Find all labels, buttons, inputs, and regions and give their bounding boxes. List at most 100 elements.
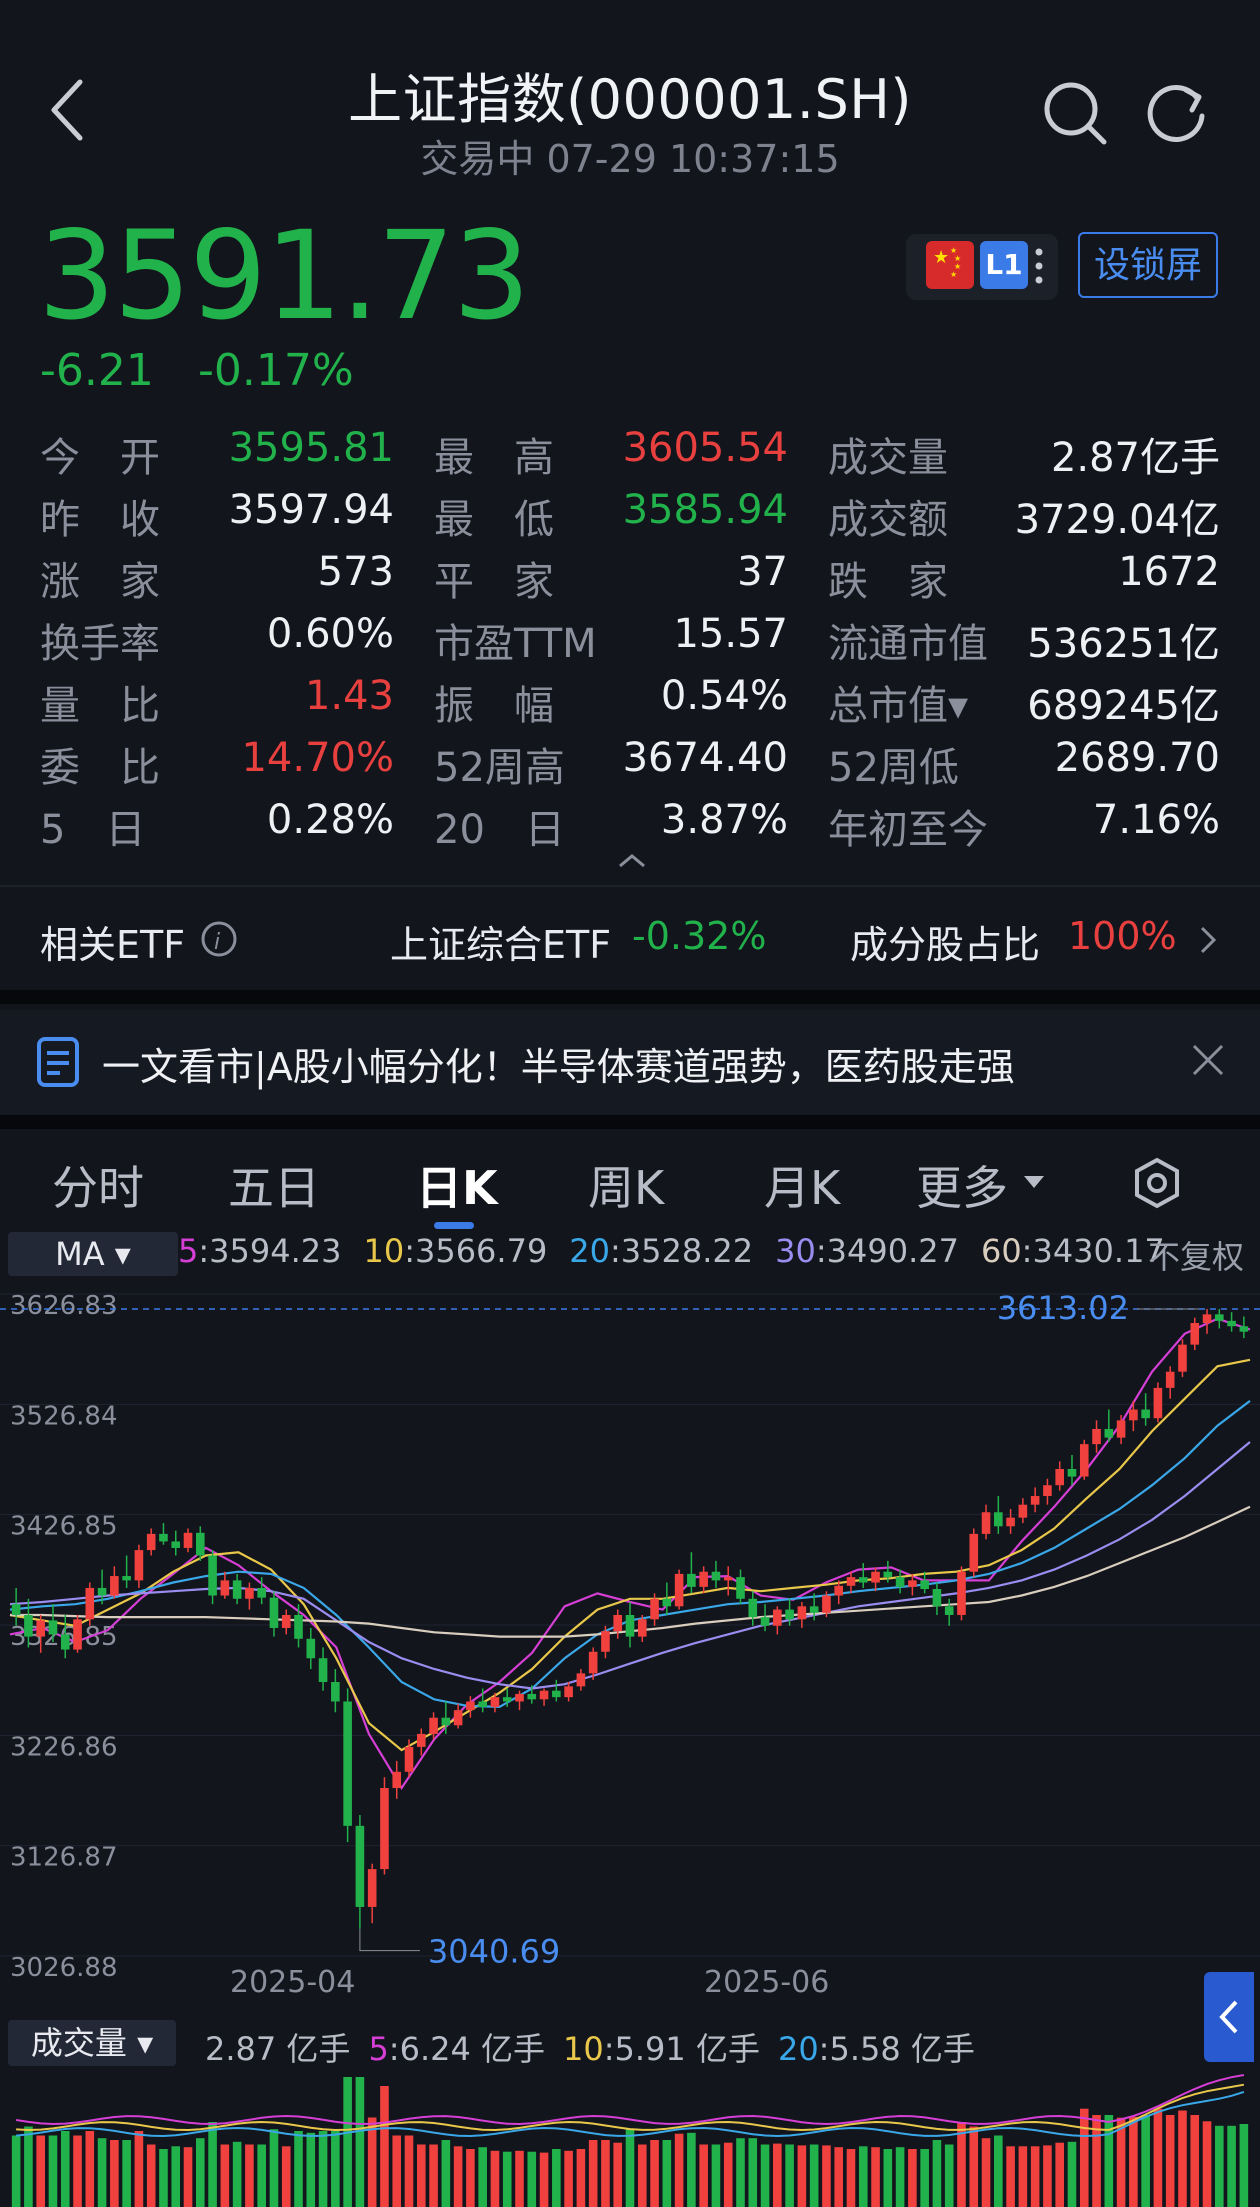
volume-bar (736, 2138, 745, 2207)
stat-label: 年初至今 (828, 807, 988, 853)
volume-bar (846, 2149, 856, 2207)
active-tab-indicator (434, 1222, 474, 1229)
tab-daily-k[interactable]: 日K (416, 1152, 498, 1218)
volume-bar (944, 2144, 954, 2207)
ma-legend-item: 30:3490.27 (775, 1232, 959, 1270)
stat-value: 3674.40 (622, 735, 788, 781)
news-banner[interactable]: 一文看市|A股小幅分化！半导体赛道强势，医药股走强 (0, 1010, 1260, 1115)
candle-body (134, 1550, 144, 1581)
candle-body (1067, 1468, 1077, 1477)
collapse-button[interactable] (612, 848, 652, 872)
volume-legend-item: 5:6.24 亿手 (368, 2030, 545, 2068)
candle-body (1055, 1468, 1064, 1486)
volume-bar (416, 2144, 426, 2207)
candle-body (1104, 1428, 1114, 1438)
ma-legend: 5:3594.23 10:3566.79 20:3528.22 30:3490.27 6… (178, 1232, 1187, 1276)
volume-bar (281, 2146, 291, 2207)
candlestick-chart[interactable]: 3626.833526.843426.853326.853226.863126.… (0, 1276, 1260, 1996)
volume-bar (146, 2144, 156, 2207)
etf-name[interactable]: 上证综合ETF (390, 914, 611, 969)
volume-bar (48, 2135, 58, 2207)
volume-indicator-button[interactable]: 成交量 ▾ (8, 2020, 176, 2066)
stat-label: 委 比 (40, 745, 160, 791)
tab-weekly-k[interactable]: 周K (588, 1152, 664, 1218)
candle-body (146, 1533, 156, 1551)
volume-bar (245, 2144, 254, 2207)
candle-body (895, 1577, 905, 1587)
volume-bar (1202, 2121, 1212, 2207)
volume-bar (1018, 2146, 1028, 2207)
volume-bar (539, 2152, 549, 2207)
candle-body (1079, 1444, 1089, 1477)
volume-bar (981, 2138, 991, 2207)
candle-body (809, 1606, 819, 1613)
stat-label: 5 日 (40, 807, 146, 853)
volume-bar (502, 2151, 512, 2207)
volume-legend-item: 10:5.91 亿手 (563, 2030, 760, 2068)
ma-value: :3566.79 (404, 1232, 548, 1270)
candle-body (159, 1533, 168, 1542)
volume-bar (122, 2140, 131, 2207)
stat-label: 昨 收 (40, 497, 160, 543)
chevron-right-icon[interactable] (1196, 922, 1220, 962)
candle-body (355, 1825, 365, 1907)
volume-bar (1227, 2125, 1236, 2207)
candle-body (1018, 1504, 1028, 1518)
stat-label: 成交额 (828, 497, 948, 543)
candle-body (552, 1690, 561, 1698)
volume-bar (183, 2147, 193, 2207)
volume-bar (196, 2138, 205, 2207)
tab-five-day[interactable]: 五日 (228, 1152, 320, 1218)
volume-bar (1079, 2108, 1089, 2207)
candle-body (1129, 1409, 1138, 1421)
volume-bar (527, 2151, 537, 2207)
section-divider (0, 990, 1260, 1004)
volume-bar (269, 2129, 279, 2207)
volume-bar (1055, 2142, 1064, 2207)
stat-value: 15.57 (673, 611, 788, 657)
candle-body (650, 1598, 659, 1620)
tab-more[interactable]: 更多 (916, 1152, 1008, 1218)
volume-bar (858, 2146, 868, 2207)
search-button[interactable] (1040, 78, 1110, 148)
volume-bar (1067, 2141, 1077, 2207)
ma-period: 5 (178, 1232, 199, 1270)
volume-ma-period: 5 (368, 2030, 389, 2068)
candle-body (527, 1693, 537, 1700)
volume-bar (871, 2147, 880, 2207)
y-tick-label: 3626.83 (10, 1291, 118, 1321)
ma-indicator-button[interactable]: MA ▾ (8, 1232, 178, 1276)
volume-bar (355, 2077, 365, 2207)
volume-bar (957, 2122, 966, 2207)
refresh-button[interactable] (1142, 78, 1212, 148)
side-panel-button[interactable] (1204, 1972, 1254, 2062)
ma-legend-item: 5:3594.23 (178, 1232, 341, 1270)
lock-screen-button[interactable]: 设锁屏 (1078, 232, 1218, 298)
status-bar (0, 0, 1260, 10)
stat-value: 1.43 (304, 673, 394, 719)
volume-bar (674, 2133, 684, 2207)
stat-value: 3585.94 (622, 487, 788, 533)
stat-value: 2689.70 (1054, 735, 1220, 781)
caret-down-icon (1022, 1174, 1046, 1194)
candle-body (858, 1577, 868, 1583)
volume-bar (73, 2135, 82, 2207)
info-icon[interactable]: i (200, 920, 238, 962)
y-tick-label: 3026.88 (10, 1953, 118, 1983)
volume-bar (748, 2138, 758, 2207)
candle-body (1153, 1387, 1163, 1419)
tab-monthly-k[interactable]: 月K (764, 1152, 840, 1218)
stat-label[interactable]: 总市值▾ (828, 673, 968, 731)
min-label-leader (359, 1928, 420, 1952)
candle-body (183, 1532, 193, 1548)
stat-label: 52周高 (434, 745, 565, 791)
svg-text:★: ★ (933, 247, 949, 268)
close-icon[interactable] (1190, 1042, 1226, 1082)
etf-change: -0.32% (632, 914, 767, 958)
volume-bar (552, 2149, 561, 2207)
current-price: 3591.73 (38, 205, 531, 347)
stat-label: 52周低 (828, 745, 959, 791)
tab-intraday[interactable]: 分时 (52, 1152, 144, 1218)
settings-hex-icon[interactable] (1130, 1156, 1184, 1214)
adjust-mode[interactable]: 不复权 (1148, 1232, 1244, 1278)
